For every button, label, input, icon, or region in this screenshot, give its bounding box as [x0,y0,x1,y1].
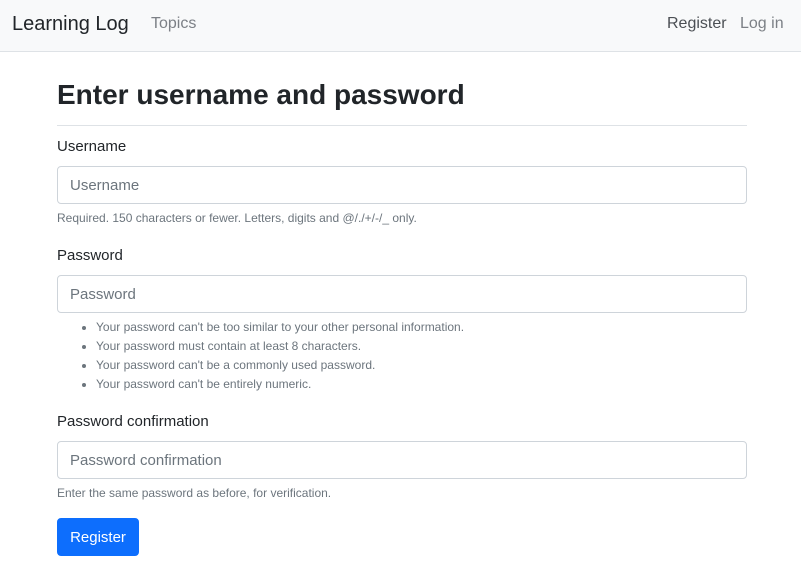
password-input[interactable] [57,275,747,313]
navbar: Learning Log Topics Register Log in [0,0,801,52]
password-label: Password [57,247,123,264]
password-confirmation-input[interactable] [57,441,747,479]
title-divider [57,125,747,126]
nav-link-register[interactable]: Register [667,15,727,33]
password-help-list: Your password can't be too similar to yo… [96,318,464,394]
nav-link-login[interactable]: Log in [740,15,784,33]
nav-link-topics[interactable]: Topics [151,15,196,33]
username-help-text: Required. 150 characters or fewer. Lette… [57,211,417,225]
password-help-item: Your password can't be entirely numeric. [96,375,464,394]
password-help-item: Your password must contain at least 8 ch… [96,337,464,356]
page-title: Enter username and password [57,79,465,110]
password-help-item: Your password can't be too similar to yo… [96,318,464,337]
password-confirmation-help-text: Enter the same password as before, for v… [57,486,332,500]
password-help-item: Your password can't be a commonly used p… [96,356,464,375]
username-label: Username [57,138,127,155]
username-input[interactable] [57,166,747,204]
register-button[interactable]: Register [57,518,139,556]
password-confirmation-label: Password confirmation [57,413,209,430]
brand-link[interactable]: Learning Log [12,13,129,36]
